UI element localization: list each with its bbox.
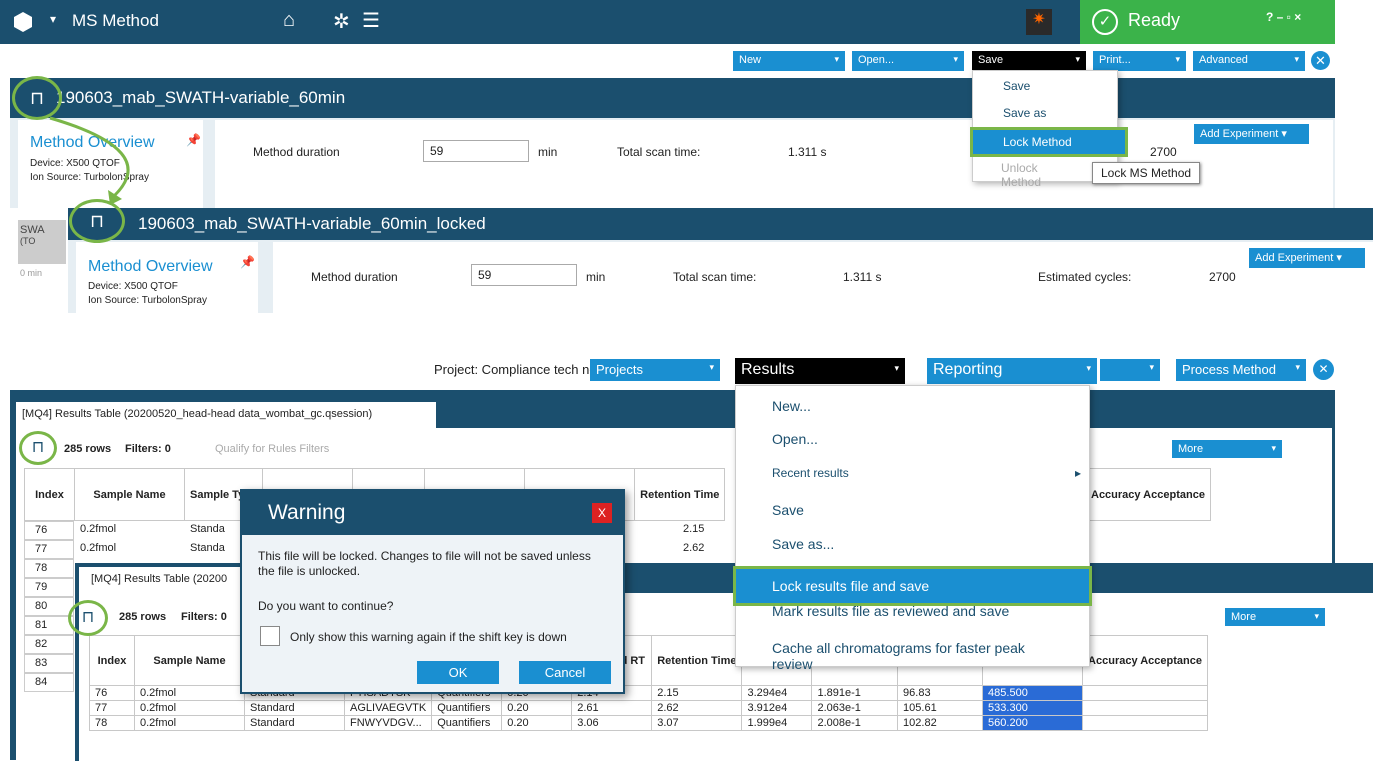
results-menu-item-4[interactable]: Save as...	[736, 536, 1089, 552]
cell: Quantifiers	[431, 700, 503, 716]
results-dropdown[interactable]: Results ▾	[735, 358, 905, 384]
index-cell: 78	[24, 559, 74, 578]
results-menu-item-0[interactable]: New...	[736, 398, 1089, 414]
cell: 78	[89, 715, 135, 731]
warning-dialog: Warning X This file will be locked. Chan…	[240, 489, 625, 694]
shift-checkbox-label: Only show this warning again if the shif…	[290, 630, 567, 644]
cell: 76	[89, 685, 135, 701]
cell: 3.912e4	[741, 700, 813, 716]
more-dropdown[interactable]: More ▾	[1172, 440, 1282, 458]
results-menu-item-3[interactable]: Save	[736, 502, 1089, 518]
index-cell: 83	[24, 654, 74, 673]
close-results-icon[interactable]: ✕	[1313, 359, 1334, 380]
cell: 485.500	[982, 685, 1084, 701]
table2-header-accuracy[interactable]: Accuracy Acceptance	[1082, 635, 1208, 686]
cell: 3.07	[651, 715, 743, 731]
unlock-results-highlight[interactable]: ⊓	[19, 431, 57, 465]
qualify-label[interactable]: Qualify for Rules Filters	[215, 443, 329, 455]
dialog-question: Do you want to continue?	[258, 599, 394, 613]
table2-header-0[interactable]: Index	[89, 635, 135, 686]
process-method-dropdown[interactable]: Process Method ▾	[1176, 359, 1306, 381]
results-menu-item-2[interactable]: Recent results	[736, 466, 1089, 480]
cell: 96.83	[897, 685, 984, 701]
dialog-title: Warning	[268, 501, 346, 524]
index-cell: 77	[24, 540, 74, 559]
cell: 2.62	[651, 700, 743, 716]
index-cell: 79	[24, 578, 74, 597]
cell: 3.294e4	[741, 685, 813, 701]
ok-button[interactable]: OK	[417, 661, 499, 684]
filters-count: Filters: 0	[125, 443, 171, 455]
cell: 2.063e-1	[811, 700, 899, 716]
filters-count-2: Filters: 0	[181, 611, 227, 623]
dialog-close-icon[interactable]: X	[592, 503, 612, 523]
cell: 1.999e4	[741, 715, 813, 731]
cell: 2.62	[683, 542, 705, 554]
cell: 0.2fmol	[80, 542, 117, 554]
table1-header-1[interactable]: Sample Name	[74, 468, 185, 521]
cell: Standard	[244, 715, 345, 731]
cell: 102.82	[897, 715, 984, 731]
projects-dropdown[interactable]: Projects ▾	[590, 359, 720, 381]
accuracy-header[interactable]: Accuracy Acceptance	[1085, 468, 1211, 521]
cell: Quantifiers	[431, 715, 503, 731]
project-label: Project: Compliance tech note	[434, 362, 608, 377]
results-menu-item-7[interactable]: Cache all chromatograms for faster peak …	[736, 640, 1089, 672]
results-menu-item-5[interactable]: Lock results file and save	[733, 566, 1092, 606]
cell: 3.06	[571, 715, 653, 731]
submenu-arrow-icon: ▸	[1074, 466, 1081, 480]
index-cell: 76	[24, 521, 74, 540]
rows-count: 285 rows	[64, 443, 112, 455]
cell: 105.61	[897, 700, 984, 716]
cell: Standa	[190, 523, 225, 535]
cell: 560.200	[982, 715, 1084, 731]
index-cell: 80	[24, 597, 74, 616]
cell: 2.15	[651, 685, 743, 701]
cell: 0.2fmol	[134, 715, 245, 731]
table-row[interactable]: 77 0.2fmol Standard AGLIVAEGVTK Quantifiers 0…	[89, 700, 1208, 716]
blank-dropdown[interactable]: ▾	[1100, 359, 1160, 381]
table1-header-0[interactable]: Index	[24, 468, 75, 521]
cell: 2.008e-1	[811, 715, 899, 731]
cell: Standard	[244, 700, 345, 716]
lock-results-highlight[interactable]: ⊓	[68, 600, 108, 636]
cell: 2.61	[571, 700, 653, 716]
results-menu-item-6[interactable]: Mark results file as reviewed and save	[736, 603, 1089, 619]
dialog-message: This file will be locked. Changes to fil…	[258, 549, 591, 578]
cell	[1082, 700, 1208, 716]
cell: 0.2fmol	[134, 685, 245, 701]
table1-header-7[interactable]: Retention Time	[634, 468, 726, 521]
cell: 533.300	[982, 700, 1084, 716]
cell: 0.2fmol	[80, 523, 117, 535]
cell: FNWYVDGV...	[343, 715, 433, 731]
results-menu: New... Open... Recent results ▸ Save Save as.…	[733, 385, 1092, 672]
cell: 0.20	[501, 715, 573, 731]
table2-header-7[interactable]: Retention Time	[651, 635, 743, 686]
cell: 2.15	[683, 523, 705, 535]
results-menu-item-1[interactable]: Open...	[736, 431, 1089, 447]
index-cell: 84	[24, 673, 74, 692]
shift-checkbox[interactable]	[260, 626, 280, 646]
table2-header-1[interactable]: Sample Name	[134, 635, 245, 686]
table-row[interactable]: 78 0.2fmol Standard FNWYVDGV... Quantifiers 0…	[89, 715, 1208, 731]
cell: 77	[89, 700, 135, 716]
cell: Standa	[190, 542, 225, 554]
cell: 0.20	[501, 700, 573, 716]
cancel-button[interactable]: Cancel	[519, 661, 611, 684]
cell	[1082, 715, 1208, 731]
cell: 1.891e-1	[811, 685, 899, 701]
reporting-dropdown[interactable]: Reporting ▾	[927, 358, 1097, 384]
cell	[1082, 685, 1208, 701]
cell: 0.2fmol	[134, 700, 245, 716]
results-tab[interactable]: [MQ4] Results Table (20200520_head-head …	[16, 402, 436, 428]
rows-count-2: 285 rows	[119, 611, 167, 623]
more-dropdown-2[interactable]: More ▾	[1225, 608, 1325, 626]
index-cell: 82	[24, 635, 74, 654]
index-cell: 81	[24, 616, 74, 635]
cell: AGLIVAEGVTK	[343, 700, 433, 716]
